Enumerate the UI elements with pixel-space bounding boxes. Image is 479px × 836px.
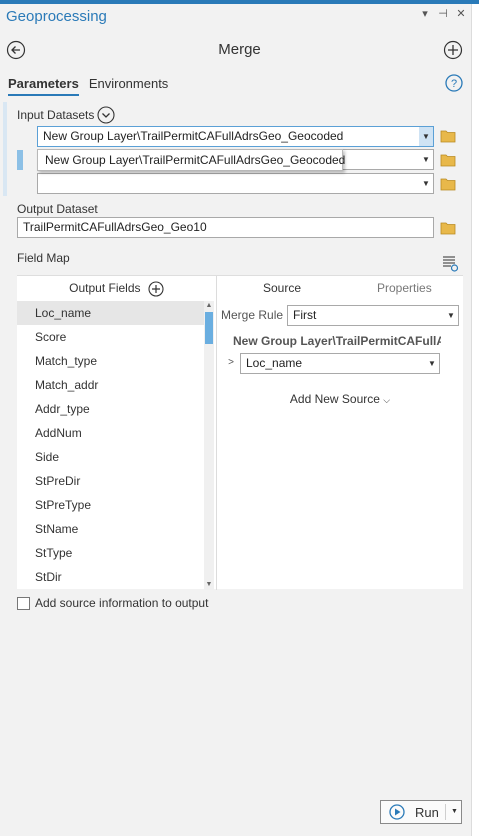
- chevron-down-icon[interactable]: ▼: [425, 354, 439, 373]
- pane-options-icon[interactable]: ▾: [419, 7, 431, 20]
- add-source-info-checkbox[interactable]: [17, 596, 30, 610]
- field-row[interactable]: Match_type: [17, 349, 204, 373]
- output-fields-list: Loc_name Score Match_type Match_addr Addr_ty…: [17, 301, 204, 589]
- field-row[interactable]: StDir: [17, 565, 204, 589]
- pane-top-accent-line: [0, 0, 479, 4]
- dropdown-item[interactable]: New Group Layer\TrailPermitCAFullAdrsGeo…: [45, 153, 345, 167]
- add-source-info-label: Add source information to output: [35, 596, 209, 610]
- field-row[interactable]: StName: [17, 517, 204, 541]
- merge-rule-label: Merge Rule: [221, 308, 284, 322]
- help-icon[interactable]: ?: [445, 74, 463, 92]
- field-row[interactable]: StType: [17, 541, 204, 565]
- field-row[interactable]: StPreType: [17, 493, 204, 517]
- field-row[interactable]: Addr_type: [17, 397, 204, 421]
- field-row[interactable]: Loc_name: [17, 301, 204, 325]
- tool-title: Merge: [218, 41, 261, 58]
- field-map-label: Field Map: [17, 251, 70, 265]
- add-tool-plus-icon[interactable]: [443, 40, 463, 60]
- tab-source[interactable]: Source: [263, 276, 301, 300]
- field-row[interactable]: Match_addr: [17, 373, 204, 397]
- input-dataset-value-1: New Group Layer\TrailPermitCAFullAdrsGeo…: [43, 129, 344, 143]
- merge-rule-value: First: [293, 308, 317, 322]
- add-new-source-label: Add New Source: [289, 392, 380, 406]
- input-dataset-field-3[interactable]: ▼: [37, 173, 434, 194]
- output-dataset-value: TrailPermitCAFullAdrsGeo_Geo10: [23, 220, 207, 234]
- active-parameter-indicator: [3, 102, 7, 196]
- folder-icon[interactable]: [440, 221, 457, 235]
- field-map-panel: Output Fields Loc_name Score Match_type Mat…: [17, 275, 463, 590]
- source-pane: Source Properties Merge Rule First ▼ New…: [217, 276, 463, 590]
- run-divider: [445, 804, 446, 820]
- chevron-down-icon[interactable]: ▼: [419, 174, 433, 193]
- row-drag-handle[interactable]: [17, 150, 23, 170]
- add-new-source-button[interactable]: Add New Source ⌵: [217, 392, 463, 406]
- tab-properties[interactable]: Properties: [377, 276, 432, 300]
- input-datasets-label: Input Datasets: [17, 108, 95, 122]
- source-field-select[interactable]: Loc_name ▼: [240, 353, 440, 374]
- field-row[interactable]: AddNum: [17, 421, 204, 445]
- output-fields-header: Output Fields: [17, 276, 216, 300]
- run-label: Run: [415, 805, 439, 820]
- dataset-suggestion-dropdown[interactable]: New Group Layer\TrailPermitCAFullAdrsGeo…: [37, 149, 345, 171]
- source-field-value: Loc_name: [246, 356, 303, 370]
- folder-icon[interactable]: [440, 177, 457, 191]
- tab-parameters[interactable]: Parameters: [8, 76, 79, 96]
- folder-icon[interactable]: [440, 129, 457, 143]
- folder-icon[interactable]: [440, 153, 457, 167]
- scrollbar-thumb[interactable]: [205, 312, 213, 344]
- run-button[interactable]: Run ▼: [380, 800, 462, 824]
- output-dataset-label: Output Dataset: [17, 202, 98, 216]
- field-row[interactable]: StPreDir: [17, 469, 204, 493]
- chevron-down-icon: ⌵: [383, 395, 391, 405]
- fields-scrollbar[interactable]: ▲ ▼: [204, 301, 214, 590]
- field-map-list-icon[interactable]: [441, 254, 459, 272]
- output-fields-pane: Output Fields Loc_name Score Match_type Mat…: [17, 276, 216, 590]
- add-field-plus-icon[interactable]: [148, 281, 164, 297]
- scroll-up-icon[interactable]: ▲: [204, 301, 214, 311]
- tab-environments[interactable]: Environments: [89, 76, 168, 96]
- output-fields-title: Output Fields: [69, 281, 141, 295]
- scroll-down-icon[interactable]: ▼: [204, 580, 214, 590]
- pane-controls: ▾ ⊣ ✕: [419, 7, 467, 20]
- merge-rule-select[interactable]: First ▼: [287, 305, 459, 326]
- input-dataset-field-1[interactable]: New Group Layer\TrailPermitCAFullAdrsGeo…: [37, 126, 434, 147]
- parameter-tabs: Parameters Environments: [8, 76, 168, 96]
- chevron-down-icon[interactable]: ▼: [419, 150, 433, 169]
- close-icon[interactable]: ✕: [455, 7, 467, 20]
- run-play-icon: [389, 804, 405, 820]
- run-options-chevron-icon[interactable]: ▼: [451, 804, 458, 820]
- expand-source-icon[interactable]: >: [225, 355, 237, 371]
- source-layer-name: New Group Layer\TrailPermitCAFullAdrsGeo…: [233, 334, 441, 348]
- pane-title: Geoprocessing: [6, 8, 107, 25]
- field-row[interactable]: Score: [17, 325, 204, 349]
- adjacent-pane-edge: [471, 4, 479, 836]
- add-source-info-row[interactable]: Add source information to output: [17, 596, 208, 610]
- field-row[interactable]: Side: [17, 445, 204, 469]
- output-dataset-field[interactable]: TrailPermitCAFullAdrsGeo_Geo10: [17, 217, 434, 238]
- expand-chevron-icon[interactable]: [97, 106, 115, 124]
- pin-icon[interactable]: ⊣: [437, 7, 449, 20]
- chevron-down-icon[interactable]: ▼: [419, 127, 433, 146]
- chevron-down-icon[interactable]: ▼: [444, 306, 458, 325]
- source-properties-tabs: Source Properties: [217, 276, 463, 300]
- svg-text:?: ?: [451, 78, 457, 90]
